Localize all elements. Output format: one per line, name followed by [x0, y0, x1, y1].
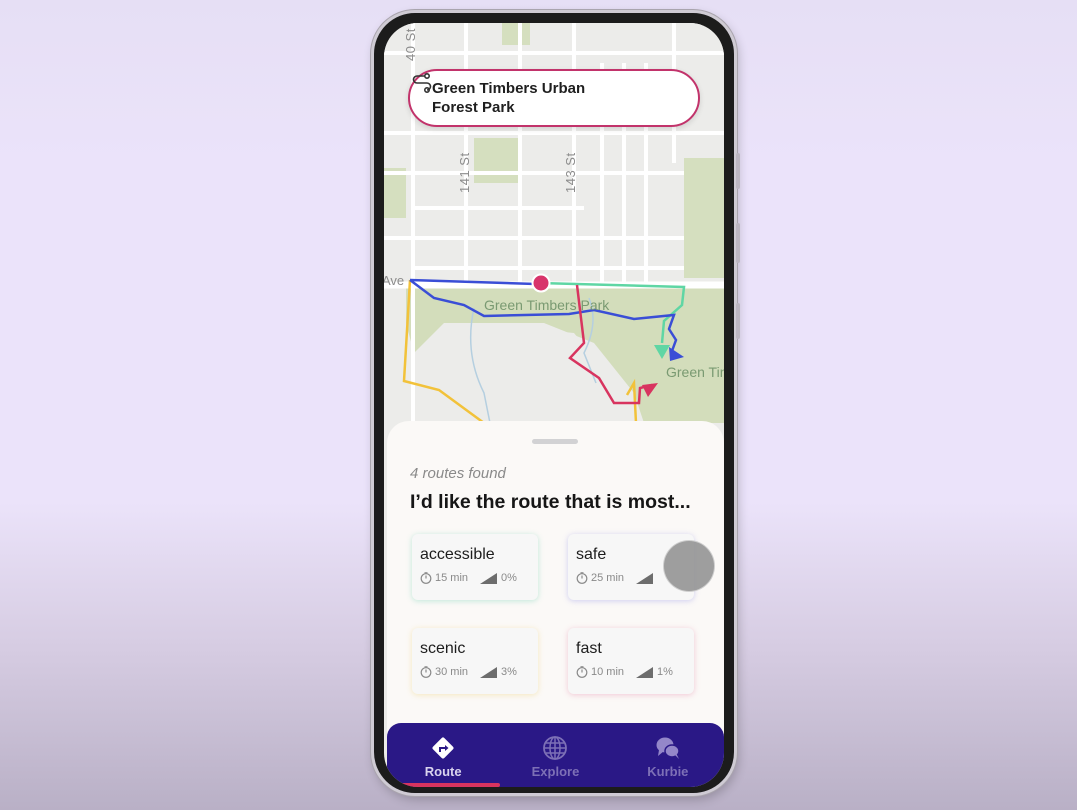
incline-icon — [636, 572, 654, 584]
route-name: fast — [576, 640, 602, 657]
volume-button — [736, 223, 740, 263]
touch-indicator — [663, 540, 715, 592]
route-grade: 1% — [657, 666, 673, 678]
built-area — [484, 328, 599, 423]
nav-label: Kurbie — [647, 764, 689, 779]
park-area — [684, 158, 724, 278]
nav-tab-route[interactable]: Route — [387, 723, 499, 787]
park-area — [474, 138, 519, 183]
nav-label: Explore — [531, 764, 580, 779]
bottom-navigation: Route Explore Kurbie — [387, 723, 724, 787]
timer-icon — [420, 666, 432, 678]
route-card-accessible[interactable]: accessible 15 min 0% — [412, 534, 538, 600]
active-tab-indicator — [400, 783, 500, 787]
route-card-fast[interactable]: fast 10 min 1% — [568, 628, 694, 694]
timer-icon — [576, 572, 588, 584]
nav-tab-kurbie[interactable]: Kurbie — [612, 723, 724, 787]
park-label: Green Timbers Urban Park — [666, 364, 724, 380]
destination-search-bar[interactable]: Green Timbers Urban Forest Park — [408, 69, 700, 127]
route-grade: 3% — [501, 666, 517, 678]
street-label: 141 St — [457, 152, 472, 193]
route-time: 15 min — [435, 572, 469, 584]
nav-tab-explore[interactable]: Explore — [499, 723, 611, 787]
app-screen: 40 St 141 St 143 St Ave Green Timbers Pa… — [384, 23, 724, 787]
destination-title: Green Timbers Urban Forest Park — [432, 80, 586, 116]
incline-icon — [636, 666, 654, 678]
origin-marker[interactable] — [531, 273, 551, 293]
timer-icon — [420, 572, 432, 584]
street-label: 143 St — [563, 152, 578, 193]
route-time: 25 min — [591, 572, 625, 584]
street-label: 40 St — [403, 28, 418, 61]
incline-icon — [480, 572, 498, 584]
route-grade: 0% — [501, 572, 517, 584]
map-view[interactable]: 40 St 141 St 143 St Ave Green Timbers Pa… — [384, 23, 724, 443]
route-time: 30 min — [435, 666, 469, 678]
route-icon — [412, 72, 432, 93]
volume-button — [736, 153, 740, 189]
timer-icon — [576, 666, 588, 678]
park-label: Green Timbers Park — [484, 297, 610, 313]
route-time: 10 min — [591, 666, 625, 678]
route-name: accessible — [420, 546, 495, 563]
route-name: scenic — [420, 640, 466, 657]
route-sign-icon — [432, 737, 454, 759]
nav-label: Route — [424, 764, 462, 779]
sheet-drag-handle[interactable] — [532, 439, 578, 444]
globe-icon — [543, 736, 568, 760]
power-button — [736, 303, 740, 339]
route-preference-prompt: I’d like the route that is most... — [410, 491, 691, 513]
phone-frame: 40 St 141 St 143 St Ave Green Timbers Pa… — [371, 10, 740, 796]
park-area — [384, 168, 406, 218]
route-options-sheet: 4 routes found I’d like the route that i… — [387, 421, 724, 741]
park-area — [502, 23, 530, 45]
incline-icon — [480, 666, 498, 678]
chat-bubbles-icon — [656, 737, 680, 759]
routes-found-count: 4 routes found — [410, 465, 506, 482]
route-card-scenic[interactable]: scenic 30 min 3% — [412, 628, 538, 694]
street-label: Ave — [384, 273, 405, 288]
